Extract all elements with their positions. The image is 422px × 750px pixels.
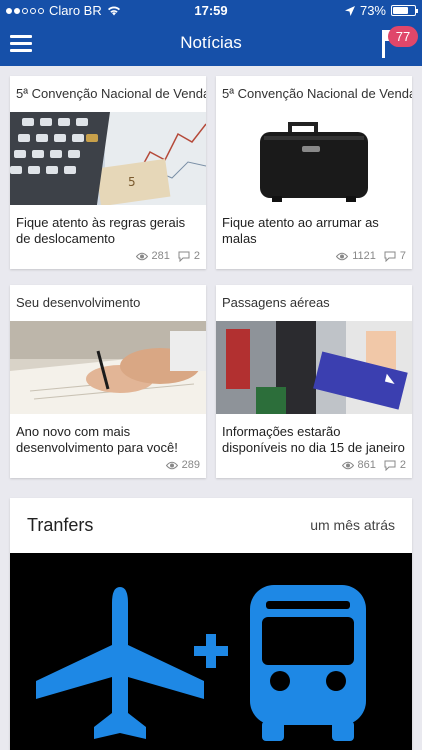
eye-icon: [336, 252, 349, 260]
news-stats: 1121 7: [336, 250, 406, 262]
news-headline: Ano novo com mais desenvolvimento para v…: [16, 424, 178, 455]
news-headline: Informações estarão disponíveis no dia 1…: [222, 424, 405, 455]
eye-icon: [165, 461, 178, 469]
notification-badge[interactable]: 77: [388, 26, 418, 47]
news-card[interactable]: 5ª Convenção Nacional de Vendas Fique at…: [216, 76, 412, 269]
views-count: 281: [151, 250, 170, 262]
news-category: Seu desenvolvimento: [16, 295, 141, 310]
eye-icon: [135, 252, 148, 260]
news-headline: Fique atento às regras gerais de desloca…: [16, 215, 186, 246]
news-image-writing: [10, 321, 206, 414]
svg-text:5: 5: [128, 175, 136, 189]
news-stats: 289: [165, 459, 200, 471]
featured-date: um mês atrás: [310, 517, 395, 533]
views-count: 861: [357, 459, 376, 471]
comment-icon: [384, 251, 396, 262]
news-headline: Fique atento ao arrumar as malas: [222, 215, 379, 246]
views-count: 1121: [352, 250, 376, 262]
bus-icon: [250, 585, 366, 741]
news-image-suitcase: [216, 112, 412, 205]
news-category: Passagens aéreas: [222, 295, 330, 310]
news-stats: 281 2: [135, 250, 200, 262]
status-bar: Claro BR 17:59 73%: [0, 0, 422, 22]
comments-count: 2: [399, 459, 406, 471]
eye-icon: [341, 461, 354, 469]
news-image-tickets: [216, 321, 412, 414]
views-count: 289: [181, 459, 200, 471]
featured-news-card[interactable]: Tranfers um mês atrás: [10, 498, 412, 750]
battery-percent: 73%: [359, 3, 386, 18]
status-right: 73%: [344, 3, 418, 18]
featured-title: Tranfers: [27, 515, 94, 535]
comments-count: 2: [193, 250, 200, 262]
page-title: Notícias: [180, 33, 242, 52]
news-card[interactable]: Seu desenvolvimento Ano novo com mais de…: [10, 285, 206, 478]
comment-icon: [178, 251, 190, 262]
news-image-calculator: 5: [10, 112, 206, 205]
featured-image: [10, 553, 412, 750]
news-category: 5ª Convenção Nacional de Vendas: [222, 86, 412, 101]
battery-icon: [391, 5, 418, 16]
news-stats: 861 2: [341, 459, 406, 471]
news-category: 5ª Convenção Nacional de Vendas: [16, 86, 206, 101]
comment-icon: [384, 460, 396, 471]
location-arrow-icon: [344, 5, 355, 16]
news-card[interactable]: 5ª Convenção Nacional de Vendas 5 Fique …: [10, 76, 206, 269]
navigation-header: Notícias: [0, 22, 422, 66]
news-card[interactable]: Passagens aéreas Informações estarão dis…: [216, 285, 412, 478]
comments-count: 7: [399, 250, 406, 262]
